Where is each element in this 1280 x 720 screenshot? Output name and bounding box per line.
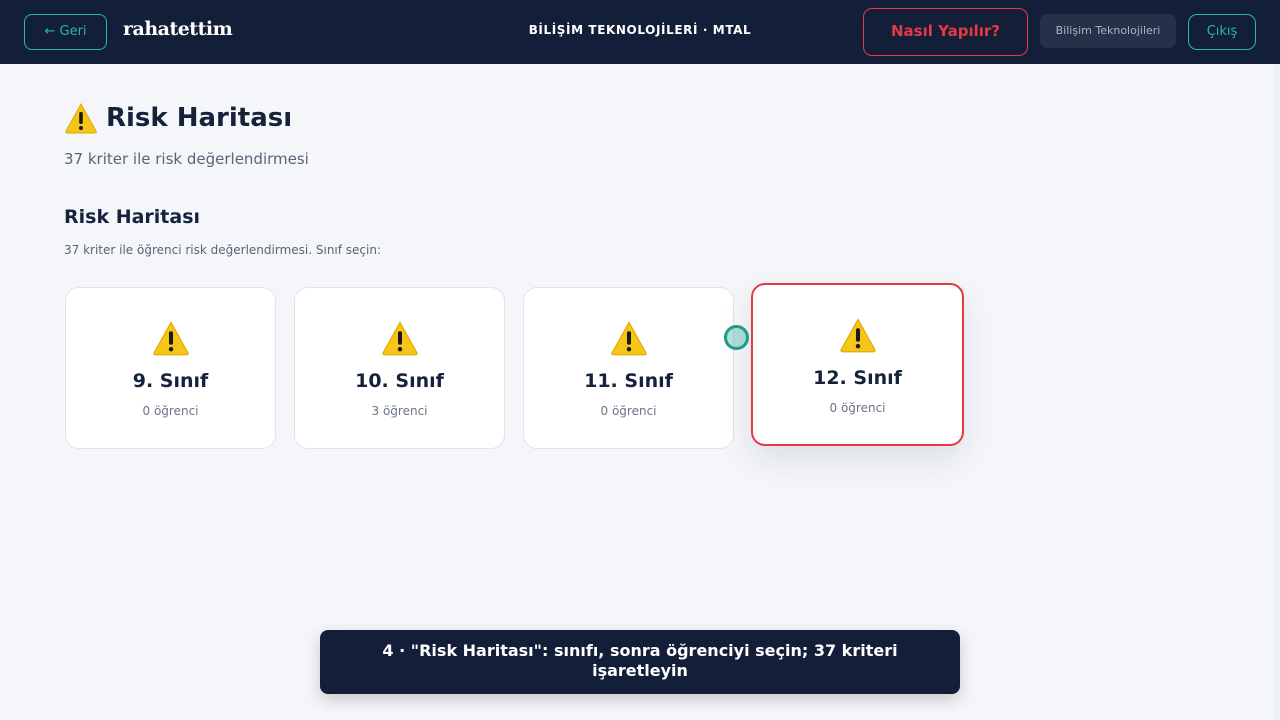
- top-navigation-bar: ← Geri rahatettim BİLİŞİM TEKNOLOJİLERİ …: [0, 0, 1280, 64]
- page-subtitle: 37 kriter ile risk değerlendirmesi: [64, 150, 309, 168]
- warning-icon: [152, 321, 189, 356]
- school-title: BİLİŞİM TEKNOLOJİLERİ · MTAL: [528, 23, 752, 37]
- student-count: 0 öğrenci: [142, 404, 199, 418]
- grade-label: 9. Sınıf: [132, 370, 209, 392]
- logout-button[interactable]: Çıkış: [1188, 14, 1256, 50]
- warning-icon: [839, 318, 876, 353]
- how-to-button[interactable]: Nasıl Yapılır?: [863, 8, 1028, 56]
- grade-card-12[interactable]: 12. Sınıf 0 öğrenci: [751, 283, 964, 446]
- tutorial-caption: 4 · "Risk Haritası": sınıfı, sonra öğren…: [320, 630, 960, 694]
- student-count: 0 öğrenci: [600, 404, 657, 418]
- section-title: Risk Haritası: [64, 206, 201, 228]
- grade-card-11[interactable]: 11. Sınıf 0 öğrenci: [523, 287, 734, 449]
- scrollbar[interactable]: [1274, 64, 1280, 720]
- back-button[interactable]: ← Geri: [24, 14, 107, 50]
- grade-label: 11. Sınıf: [584, 370, 673, 392]
- warning-icon: [381, 321, 418, 356]
- brand-logo[interactable]: rahatettim: [123, 18, 233, 40]
- grade-card-9[interactable]: 9. Sınıf 0 öğrenci: [65, 287, 276, 449]
- warning-icon: [65, 102, 97, 134]
- warning-icon: [610, 321, 647, 356]
- grade-label: 10. Sınıf: [355, 370, 444, 392]
- section-description: 37 kriter ile öğrenci risk değerlendirme…: [64, 243, 382, 257]
- student-count: 3 öğrenci: [371, 404, 428, 418]
- department-badge: Bilişim Teknolojileri: [1040, 14, 1176, 48]
- grade-card-10[interactable]: 10. Sınıf 3 öğrenci: [294, 287, 505, 449]
- student-count: 0 öğrenci: [829, 401, 886, 415]
- page-title: Risk Haritası: [64, 102, 292, 134]
- page-title-text: Risk Haritası: [106, 103, 293, 133]
- cursor-indicator: [724, 325, 749, 350]
- grade-label: 12. Sınıf: [813, 367, 902, 389]
